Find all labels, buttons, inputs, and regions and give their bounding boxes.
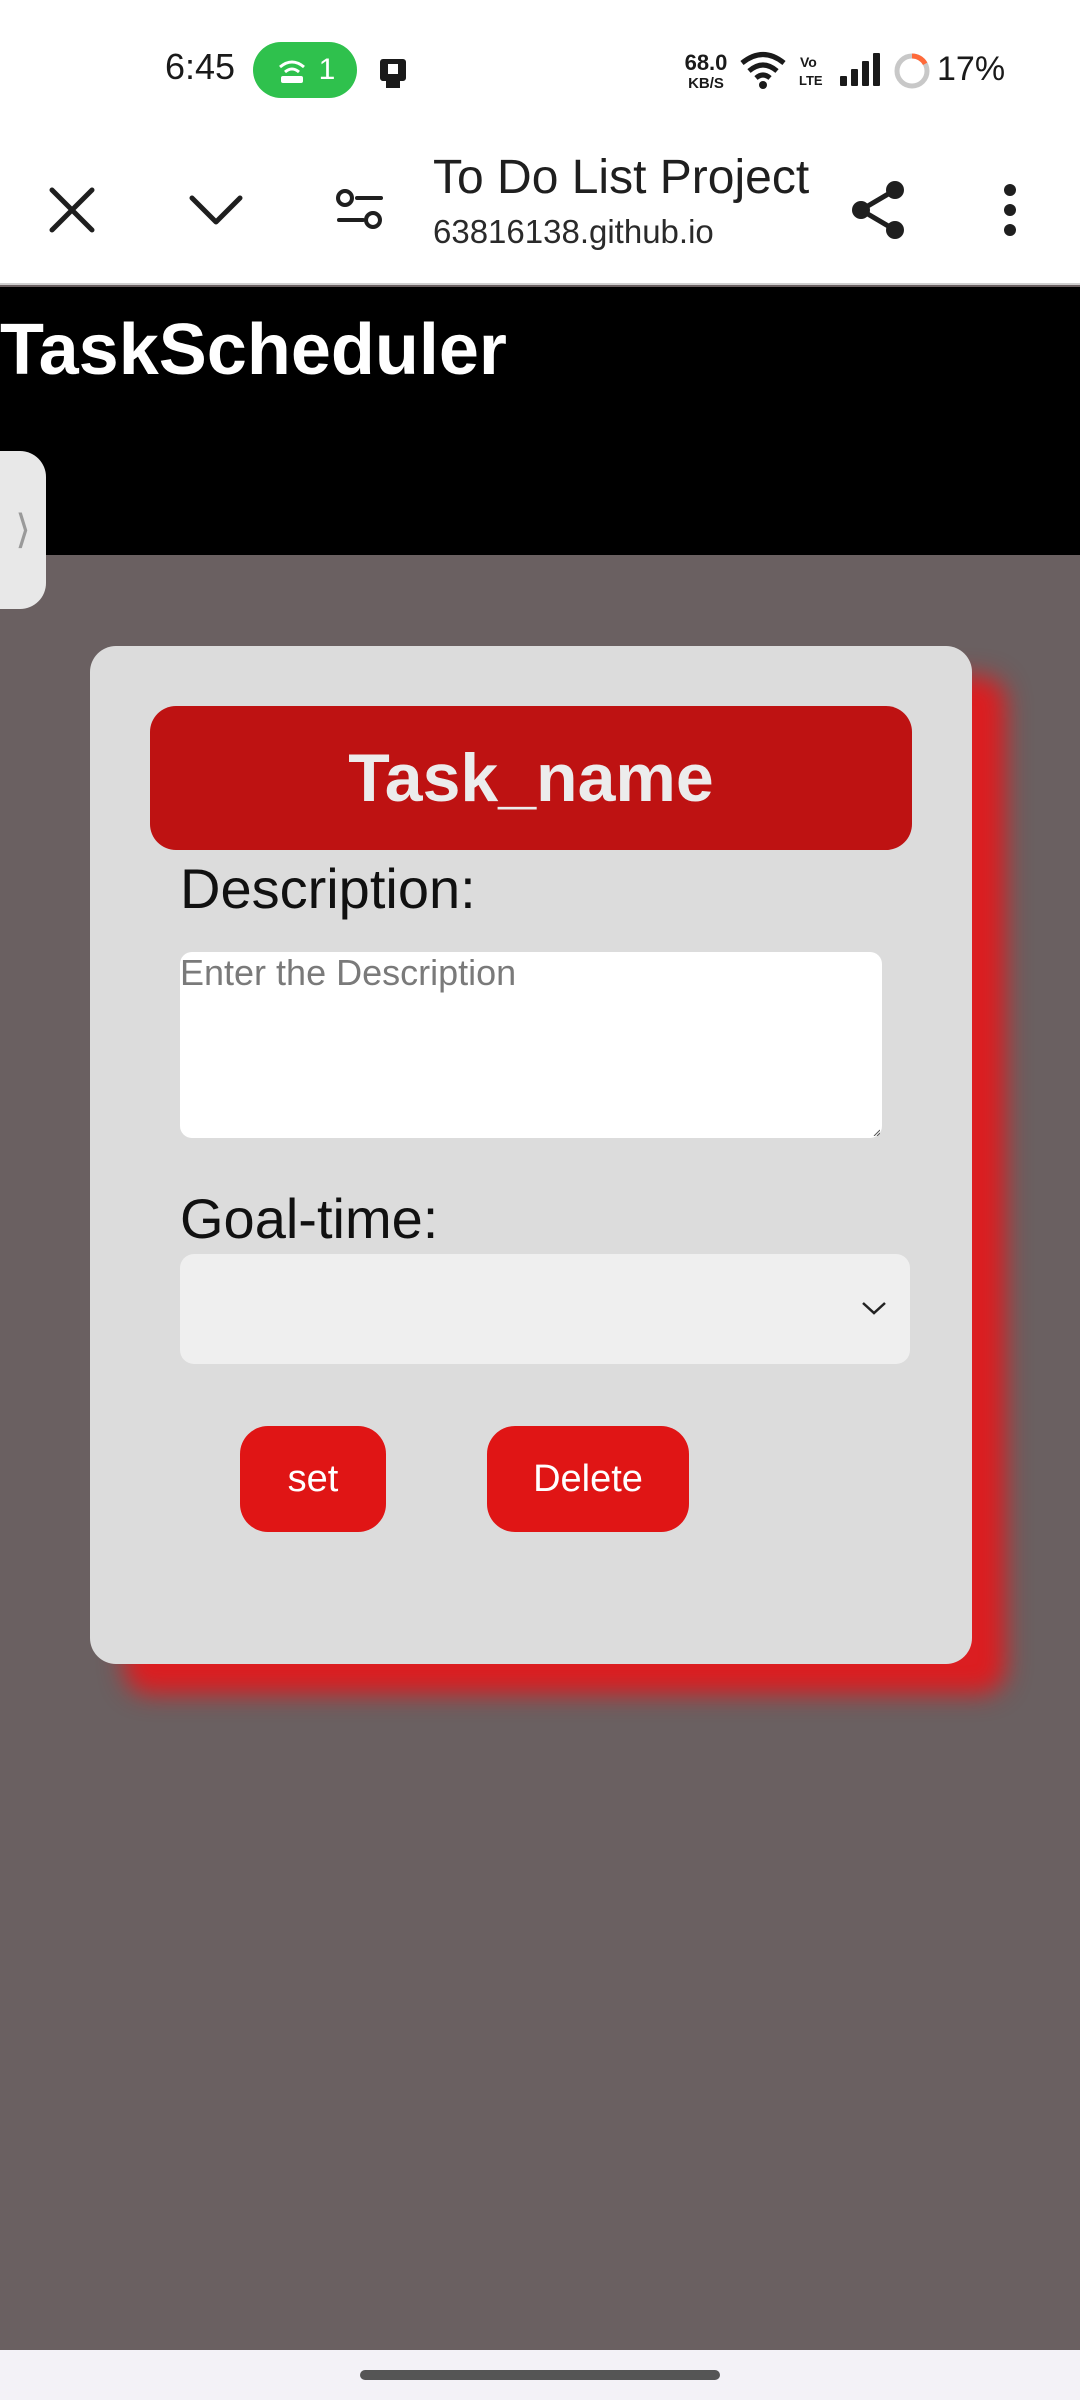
wifi-icon bbox=[740, 52, 786, 89]
network-speed: 68.0 KB/S bbox=[678, 50, 734, 92]
signal-strength-icon bbox=[840, 53, 880, 86]
battery-percent: 17% bbox=[937, 50, 1006, 88]
goal-time-select[interactable] bbox=[180, 1254, 910, 1364]
goal-time-label: Goal-time: bbox=[180, 1187, 439, 1250]
description-label: Description: bbox=[180, 857, 476, 920]
network-speed-unit: KB/S bbox=[688, 75, 724, 92]
page-settings-icon bbox=[336, 189, 383, 229]
minimize-button[interactable] bbox=[184, 178, 248, 242]
volte-icon: Vo LTE bbox=[799, 54, 823, 88]
page-title: To Do List Project bbox=[433, 151, 810, 204]
description-input[interactable] bbox=[180, 952, 882, 1138]
more-vert-icon bbox=[1004, 184, 1016, 236]
hotspot-indicator: 1 bbox=[253, 42, 357, 98]
navigation-gesture-area bbox=[0, 2350, 1080, 2400]
share-button[interactable] bbox=[846, 178, 910, 242]
set-button[interactable]: set bbox=[240, 1426, 386, 1532]
more-options-button[interactable] bbox=[978, 178, 1042, 242]
sim-card-icon bbox=[380, 59, 406, 88]
page-settings-button[interactable] bbox=[328, 178, 392, 242]
chevron-down-icon bbox=[862, 1302, 886, 1315]
close-tab-button[interactable] bbox=[40, 178, 104, 242]
network-speed-value: 68.0 bbox=[684, 50, 728, 75]
site-header: TaskScheduler bbox=[0, 287, 1080, 555]
resize-grip-icon[interactable] bbox=[872, 1128, 880, 1136]
chevron-down-icon bbox=[189, 195, 243, 225]
chevron-right-icon: ⟩ bbox=[15, 507, 31, 553]
hotspot-icon bbox=[278, 60, 305, 83]
hotspot-count: 1 bbox=[318, 53, 336, 86]
share-icon bbox=[852, 181, 904, 239]
delete-button[interactable]: Delete bbox=[487, 1426, 689, 1532]
task-name-banner[interactable]: Task_name bbox=[150, 706, 912, 850]
svg-text:Vo: Vo bbox=[800, 54, 817, 70]
side-panel-handle[interactable]: ⟩ bbox=[0, 451, 46, 609]
status-time: 6:45 bbox=[165, 46, 236, 87]
task-card: Task_name Description: Goal-time: set De… bbox=[90, 646, 972, 1664]
page-url[interactable]: 63816138.github.io bbox=[433, 213, 714, 251]
site-title: TaskScheduler bbox=[0, 310, 507, 390]
battery-icon bbox=[894, 53, 930, 89]
close-icon bbox=[49, 187, 95, 233]
status-bar: 6:45 1 68.0 KB/S Vo LTE 17% bbox=[0, 0, 1080, 140]
svg-text:LTE: LTE bbox=[799, 73, 823, 88]
home-gesture-handle[interactable] bbox=[360, 2370, 720, 2380]
